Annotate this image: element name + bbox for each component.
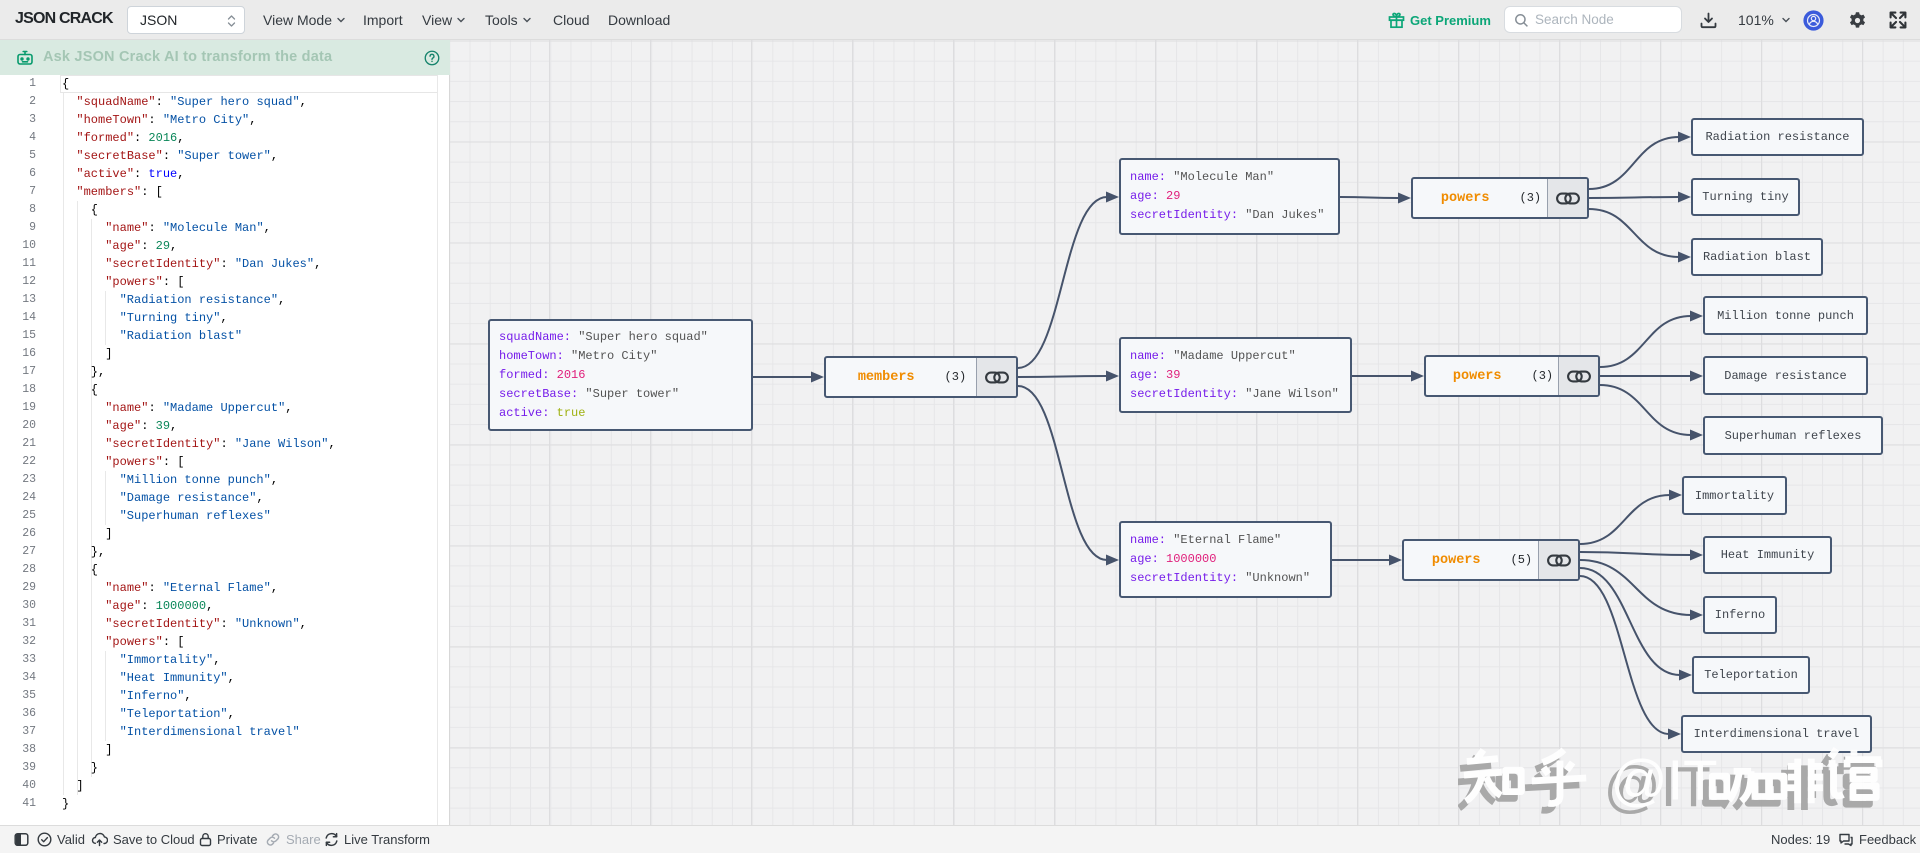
svg-text:@IT: @IT [1610, 748, 1717, 811]
